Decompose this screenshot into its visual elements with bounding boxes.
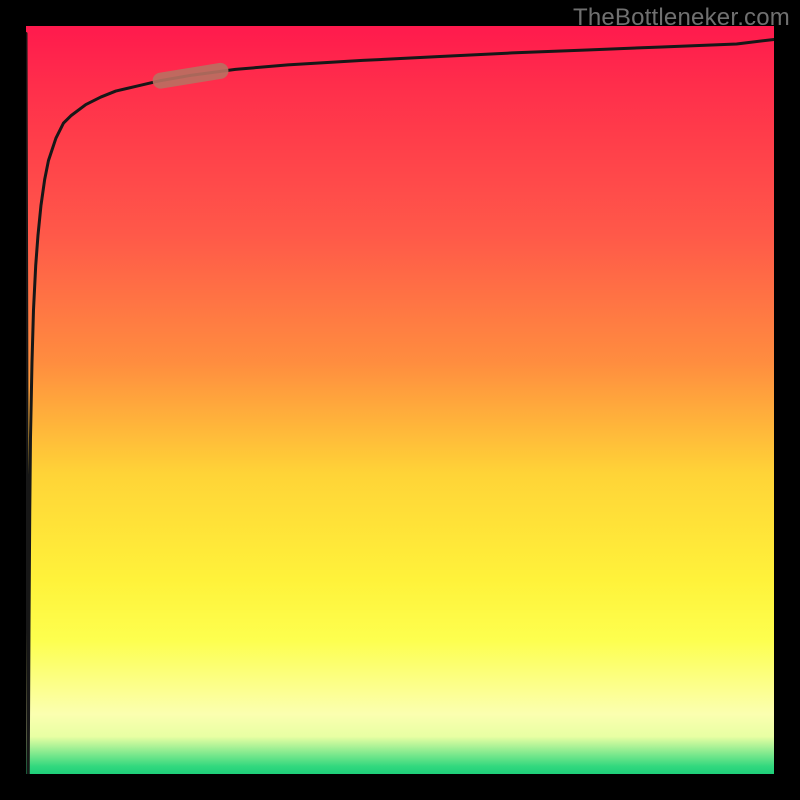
curve-line bbox=[26, 33, 774, 774]
curve-layer bbox=[26, 26, 774, 774]
highlight-segment bbox=[161, 71, 221, 81]
plot-area bbox=[26, 26, 774, 774]
watermark-text: TheBottleneker.com bbox=[573, 4, 790, 32]
chart-frame: TheBottleneker.com bbox=[0, 0, 800, 800]
